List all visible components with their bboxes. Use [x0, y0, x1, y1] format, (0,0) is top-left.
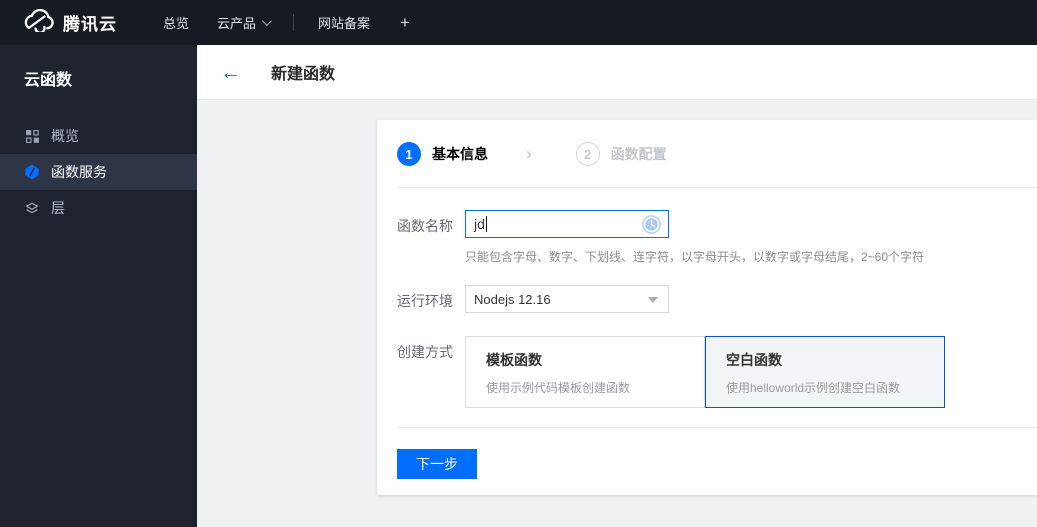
sidebar-item-label: 层 — [51, 200, 65, 216]
divider — [397, 187, 1037, 188]
grid-icon — [24, 128, 40, 144]
option-desc: 使用helloworld示例创建空白函数 — [726, 381, 901, 395]
page-title: 新建函数 — [271, 66, 336, 83]
add-tab-button[interactable]: + — [384, 0, 426, 45]
sidebar: 云函数 概览 函数服务 层 — [0, 45, 197, 527]
navbar-menu: 总览 云产品 网站备案 + — [149, 0, 426, 45]
option-card-template-function[interactable]: 模板函数 使用示例代码模板创建函数 — [465, 336, 705, 408]
nav-item-label: 网站备案 — [318, 16, 371, 31]
option-title: 空白函数 — [726, 352, 782, 368]
function-name-value: jd — [474, 216, 485, 232]
nav-item-icp-filing[interactable]: 网站备案 — [304, 0, 384, 45]
sidebar-item-label: 函数服务 — [51, 164, 107, 180]
content-area: 1 基本信息 › 2 函数配置 函数名称 jd 只能包含字母、数字、下划线、连字… — [197, 100, 1037, 527]
function-service-icon — [24, 164, 40, 180]
creation-method-row: 创建方式 模板函数 使用示例代码模板创建函数 空白函数 使用helloworld… — [397, 336, 1037, 408]
brand-name: 腾讯云 — [63, 15, 117, 34]
step-number-badge: 1 — [397, 142, 421, 166]
sidebar-item-layers[interactable]: 层 — [0, 190, 197, 226]
create-function-form: 函数名称 jd 只能包含字母、数字、下划线、连字符，以字母开头，以数字或字母结尾… — [377, 210, 1037, 408]
chevron-down-icon — [648, 297, 658, 303]
navbar-divider — [293, 14, 295, 31]
runtime-label: 运行环境 — [397, 293, 453, 309]
top-navbar: 腾讯云 总览 云产品 网站备案 + — [0, 0, 1037, 45]
back-button[interactable]: ← — [220, 62, 241, 83]
runtime-selected-value: Nodejs 12.16 — [474, 291, 551, 307]
step-indicator: 1 基本信息 › 2 函数配置 — [377, 120, 1037, 166]
nav-item-cloud-products[interactable]: 云产品 — [203, 0, 283, 45]
function-name-row: 函数名称 jd 只能包含字母、数字、下划线、连字符，以字母开头，以数字或字母结尾… — [397, 210, 1037, 265]
next-step-button[interactable]: 下一步 — [397, 449, 477, 479]
tencent-cloud-logo-icon — [22, 8, 54, 37]
nav-item-overview[interactable]: 总览 — [149, 0, 203, 45]
nav-item-label: 总览 — [163, 16, 190, 31]
creation-method-options: 模板函数 使用示例代码模板创建函数 空白函数 使用helloworld示例创建空… — [465, 336, 1037, 408]
pending-clock-icon — [642, 215, 661, 237]
plus-icon: + — [400, 12, 410, 32]
nav-item-label: 云产品 — [217, 16, 257, 31]
step-label: 函数配置 — [610, 146, 667, 162]
chevron-down-icon — [261, 16, 272, 27]
sidebar-item-label: 概览 — [51, 128, 79, 144]
step-chevron-icon: › — [526, 144, 532, 163]
function-name-label: 函数名称 — [397, 218, 453, 234]
creation-method-label: 创建方式 — [397, 344, 453, 360]
brand-logo[interactable]: 腾讯云 — [0, 8, 117, 37]
runtime-select[interactable]: Nodejs 12.16 — [465, 285, 669, 313]
function-name-control: jd 只能包含字母、数字、下划线、连字符，以字母开头，以数字或字母结尾，2~60… — [465, 210, 1037, 265]
function-name-help: 只能包含字母、数字、下划线、连字符，以字母开头，以数字或字母结尾，2~60个字符 — [465, 250, 925, 264]
step-number-badge: 2 — [575, 142, 600, 166]
option-card-blank-function[interactable]: 空白函数 使用helloworld示例创建空白函数 — [705, 336, 945, 408]
card-footer: 下一步 — [377, 428, 1037, 479]
creation-method-control: 模板函数 使用示例代码模板创建函数 空白函数 使用helloworld示例创建空… — [465, 336, 1037, 408]
runtime-control: Nodejs 12.16 — [465, 285, 1037, 313]
function-name-input[interactable]: jd — [465, 210, 669, 238]
step-function-config: 2 函数配置 — [575, 142, 667, 166]
sidebar-item-function-service[interactable]: 函数服务 — [0, 154, 197, 190]
sidebar-item-overview[interactable]: 概览 — [0, 118, 197, 154]
sidebar-title: 云函数 — [24, 72, 73, 89]
page-header: ← 新建函数 — [197, 45, 1037, 100]
runtime-row: 运行环境 Nodejs 12.16 — [397, 285, 1037, 313]
step-basic-info: 1 基本信息 — [397, 142, 488, 166]
text-cursor — [485, 216, 487, 232]
option-desc: 使用示例代码模板创建函数 — [486, 381, 631, 395]
layers-icon — [24, 200, 40, 216]
option-title: 模板函数 — [486, 352, 542, 368]
sidebar-menu: 概览 函数服务 层 — [0, 118, 197, 226]
main-area: ← 新建函数 1 基本信息 › 2 函数配置 函数名称 jd 只能包含字母、数字… — [197, 45, 1037, 527]
create-function-card: 1 基本信息 › 2 函数配置 函数名称 jd 只能包含字母、数字、下划线、连字… — [377, 120, 1037, 495]
step-label: 基本信息 — [432, 146, 488, 162]
